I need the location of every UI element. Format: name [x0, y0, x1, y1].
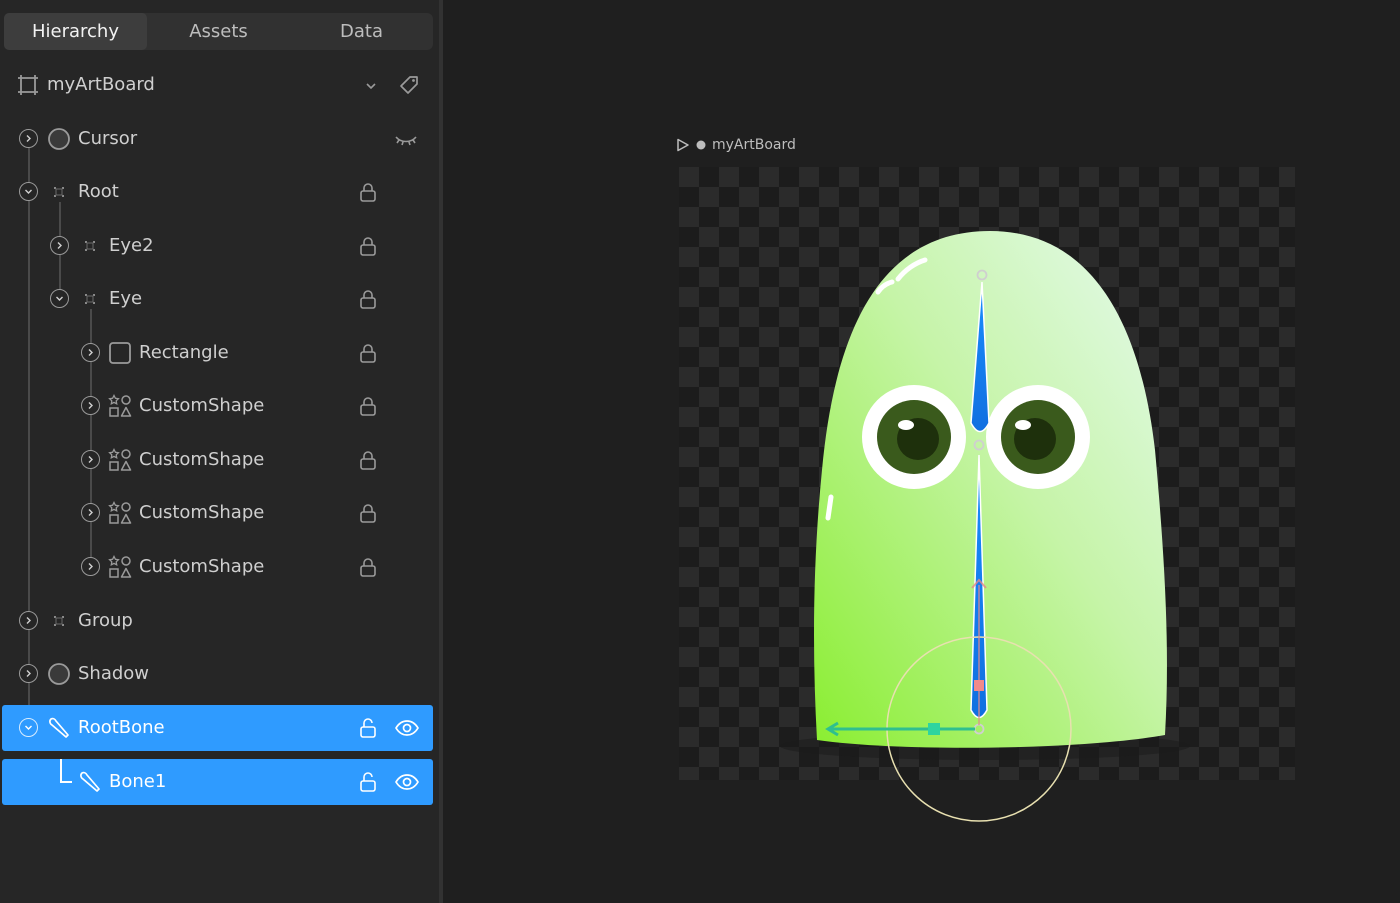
- layer-label: CustomShape: [139, 502, 265, 523]
- layer-row-customshape[interactable]: CustomShape: [0, 437, 443, 483]
- unlock-icon[interactable]: [357, 771, 379, 793]
- layer-row-eye2[interactable]: Eye2: [0, 223, 443, 269]
- layer-row-root[interactable]: Root: [0, 169, 443, 215]
- expand-toggle[interactable]: [81, 503, 100, 522]
- bone-icon: [49, 717, 69, 738]
- layer-label: RootBone: [78, 717, 165, 738]
- layer-row-group[interactable]: Group: [0, 598, 443, 644]
- tab-hierarchy[interactable]: Hierarchy: [4, 13, 147, 50]
- lock-icon[interactable]: [357, 235, 379, 257]
- group-icon: [54, 187, 64, 197]
- expand-toggle[interactable]: [81, 450, 100, 469]
- ellipse-icon: [48, 128, 70, 150]
- layer-label: Root: [78, 181, 119, 202]
- rectangle-icon: [109, 342, 131, 364]
- custom-shape-icon: [108, 501, 132, 524]
- artboard-row[interactable]: myArtBoard: [0, 62, 443, 108]
- group-icon: [54, 616, 64, 626]
- expand-toggle[interactable]: [19, 718, 38, 737]
- tab-data[interactable]: Data: [290, 13, 433, 50]
- layer-row-bone1[interactable]: Bone1: [2, 759, 433, 805]
- layer-row-cursor[interactable]: Cursor: [0, 116, 443, 162]
- tab-assets[interactable]: Assets: [147, 13, 290, 50]
- layer-label: Rectangle: [139, 342, 229, 363]
- layer-label: CustomShape: [139, 449, 265, 470]
- tree-line: [60, 759, 62, 782]
- lock-icon[interactable]: [357, 556, 379, 578]
- layer-label: Bone1: [109, 771, 167, 792]
- panel-tabs: Hierarchy Assets Data: [4, 13, 433, 50]
- eye-closed-icon[interactable]: [394, 130, 418, 148]
- chevron-down-icon[interactable]: [364, 79, 378, 93]
- layer-label: Cursor: [78, 128, 138, 149]
- lock-icon[interactable]: [357, 395, 379, 417]
- dot-icon: [696, 140, 706, 150]
- bone-icon: [80, 771, 100, 792]
- tree-line: [60, 781, 72, 783]
- group-icon: [85, 241, 95, 251]
- lock-icon[interactable]: [357, 502, 379, 524]
- expand-toggle[interactable]: [81, 557, 100, 576]
- artboard-name: myArtBoard: [47, 74, 155, 95]
- layer-row-rectangle[interactable]: Rectangle: [0, 330, 443, 376]
- layer-label: CustomShape: [139, 556, 265, 577]
- layer-row-rootbone[interactable]: RootBone: [2, 705, 433, 751]
- expand-toggle[interactable]: [19, 182, 38, 201]
- layer-label: Eye: [109, 288, 143, 309]
- expand-toggle[interactable]: [19, 664, 38, 683]
- lock-icon[interactable]: [357, 181, 379, 203]
- tag-icon[interactable]: [398, 74, 420, 96]
- expand-toggle[interactable]: [19, 611, 38, 630]
- layer-row-eye[interactable]: Eye: [0, 276, 443, 322]
- artboard-canvas[interactable]: [679, 167, 1295, 780]
- ellipse-icon: [48, 663, 70, 685]
- expand-toggle[interactable]: [81, 343, 100, 362]
- group-icon: [85, 294, 95, 304]
- custom-shape-icon: [108, 448, 132, 471]
- custom-shape-icon: [108, 555, 132, 578]
- lock-icon[interactable]: [357, 288, 379, 310]
- layer-row-shadow[interactable]: Shadow: [0, 651, 443, 697]
- custom-shape-icon: [108, 394, 132, 417]
- expand-toggle[interactable]: [50, 236, 69, 255]
- layer-row-customshape[interactable]: CustomShape: [0, 490, 443, 536]
- unlock-icon[interactable]: [357, 717, 379, 739]
- artboard-title-label: myArtBoard: [712, 137, 796, 153]
- layer-row-customshape[interactable]: CustomShape: [0, 544, 443, 590]
- hierarchy-panel: Hierarchy Assets Data myArtBoard Cursor: [0, 0, 443, 903]
- expand-toggle[interactable]: [19, 129, 38, 148]
- layer-label: Shadow: [78, 663, 150, 684]
- expand-toggle[interactable]: [81, 396, 100, 415]
- eye-icon[interactable]: [394, 772, 420, 792]
- layer-row-customshape[interactable]: CustomShape: [0, 383, 443, 429]
- layer-label: Eye2: [109, 235, 154, 256]
- expand-toggle[interactable]: [50, 289, 69, 308]
- layer-label: Group: [78, 610, 133, 631]
- layer-label: CustomShape: [139, 395, 265, 416]
- play-icon[interactable]: [676, 138, 690, 152]
- eye-icon[interactable]: [394, 718, 420, 738]
- artboard-title[interactable]: myArtBoard: [676, 134, 796, 156]
- artboard-icon: [18, 75, 38, 95]
- lock-icon[interactable]: [357, 449, 379, 471]
- lock-icon[interactable]: [357, 342, 379, 364]
